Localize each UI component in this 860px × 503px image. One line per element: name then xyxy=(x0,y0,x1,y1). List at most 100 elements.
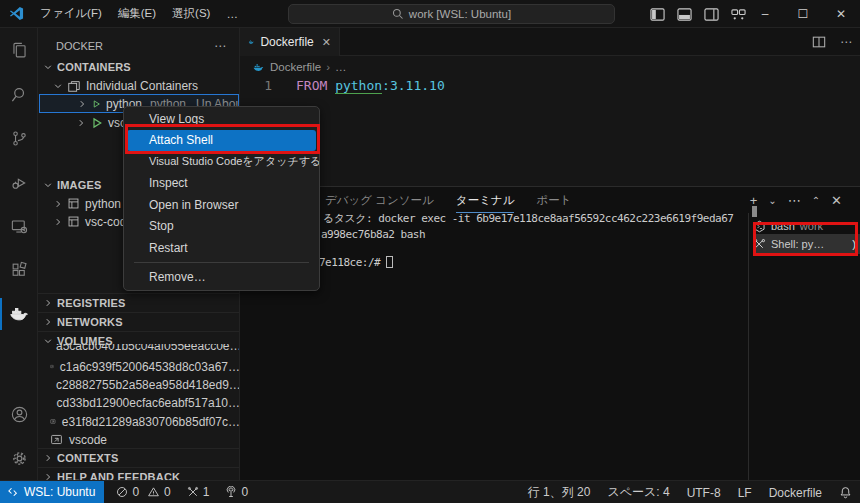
tree-volume-row[interactable]: cd33bd12900ecfac6eabf517a10… xyxy=(38,393,240,412)
remote-explorer-icon[interactable] xyxy=(0,204,38,248)
tree-individual-containers[interactable]: Individual Containers xyxy=(38,76,240,95)
tab-terminal[interactable]: ターミナル xyxy=(456,193,515,213)
editor-more-icon[interactable]: ⋯ xyxy=(840,35,852,49)
panel-more-icon[interactable]: ⋯ xyxy=(788,193,801,208)
code-line[interactable]: FROM python:3.11.10 xyxy=(296,78,445,93)
image-icon xyxy=(67,215,80,228)
tree-volume-row[interactable]: vscode xyxy=(38,430,240,449)
docker-view-icon[interactable] xyxy=(0,292,38,336)
indentation[interactable]: スペース: 4 xyxy=(607,484,669,501)
chevron-right-icon xyxy=(43,472,53,480)
container-running-icon xyxy=(92,98,101,110)
menu-more[interactable]: … xyxy=(218,8,246,20)
activity-bar xyxy=(0,28,38,480)
section-networks[interactable]: NETWORKS xyxy=(38,312,240,331)
run-debug-icon[interactable] xyxy=(0,160,38,204)
chevron-right-icon xyxy=(43,317,53,327)
section-containers[interactable]: CONTAINERS xyxy=(38,57,240,76)
menu-item-stop[interactable]: Stop xyxy=(124,216,319,238)
minimize-button[interactable]: – xyxy=(746,7,784,21)
bell-icon[interactable] xyxy=(839,486,852,499)
container-group-icon xyxy=(67,79,81,93)
cursor-position[interactable]: 行 1、列 20 xyxy=(528,484,591,501)
dockerfile-icon xyxy=(252,61,265,74)
section-registries[interactable]: REGISTRIES xyxy=(38,293,240,312)
account-icon[interactable] xyxy=(0,392,38,436)
code-keyword: FROM xyxy=(296,78,327,93)
remote-icon xyxy=(7,486,19,498)
volume-icon xyxy=(50,360,54,373)
customize-layout-icon[interactable] xyxy=(731,7,746,22)
toggle-secondary-sidebar-icon[interactable] xyxy=(704,7,719,22)
search-view-icon[interactable] xyxy=(0,72,38,116)
volume-icon xyxy=(50,433,63,446)
source-control-icon[interactable] xyxy=(0,116,38,160)
code-image-tag: :3.11.10 xyxy=(382,78,445,93)
command-center-search[interactable]: work [WSL: Ubuntu] xyxy=(288,4,615,24)
annotation-box-attach-shell xyxy=(125,124,320,154)
search-icon xyxy=(392,8,404,20)
toggle-panel-icon[interactable] xyxy=(677,7,692,22)
code-image-name: python xyxy=(335,78,382,94)
maximize-button[interactable]: ☐ xyxy=(784,7,822,21)
chevron-down-icon xyxy=(53,81,63,91)
eol[interactable]: LF xyxy=(738,486,752,500)
menu-item-attach-vscode[interactable]: Visual Studio Codeをアタッチする xyxy=(124,151,319,173)
menu-item-remove[interactable]: Remove… xyxy=(124,267,319,289)
ports-indicator[interactable]: 0 xyxy=(225,485,248,499)
line-number: 1 xyxy=(258,78,272,93)
tab-ports[interactable]: ポート xyxy=(536,193,571,208)
toggle-sidebar-icon[interactable] xyxy=(650,7,665,22)
terminal-line: るタスク: docker exec -it 6b9e17e118ce8aaf56… xyxy=(323,211,733,226)
encoding[interactable]: UTF-8 xyxy=(687,486,721,500)
problems-indicator[interactable]: 0 0 xyxy=(116,485,170,499)
breadcrumb[interactable]: Dockerfile › … xyxy=(240,56,860,78)
chevron-right-icon xyxy=(53,217,63,227)
panel-close-icon[interactable]: ✕ xyxy=(831,193,842,208)
tasks-indicator[interactable]: 1 xyxy=(187,485,210,499)
tree-volume-row[interactable]: a5cacb0401b5c04af055eeacc0e… xyxy=(38,344,240,355)
editor-tab-bar: Dockerfile ✕ ⋯ xyxy=(240,28,860,56)
terminal-prompt: 7e118ce:/# xyxy=(319,256,393,269)
vscode-window: ファイル(F) 編集(E) 選択(S) … ← → work [WSL: Ubu… xyxy=(0,0,860,503)
panel-maximize-icon[interactable]: ⌃ xyxy=(812,195,820,206)
image-icon xyxy=(67,197,80,210)
extensions-icon[interactable] xyxy=(0,248,38,292)
terminal-dropdown-icon[interactable]: ⌄ xyxy=(768,195,776,206)
vscode-logo xyxy=(0,6,32,21)
menu-file[interactable]: ファイル(F) xyxy=(32,6,110,21)
tree-volume-row[interactable]: c28882755b2a58ea958d418ed9… xyxy=(38,375,240,394)
menu-item-inspect[interactable]: Inspect xyxy=(124,173,319,195)
sidebar-more-icon[interactable]: ⋯ xyxy=(214,39,226,53)
tab-debug-console[interactable]: デバッグ コンソール xyxy=(325,193,434,208)
menu-separator xyxy=(134,262,309,263)
chevron-right-icon xyxy=(76,118,86,128)
settings-gear-icon[interactable] xyxy=(0,436,38,480)
chevron-right-icon xyxy=(43,453,53,463)
language-mode[interactable]: Dockerfile xyxy=(769,486,822,500)
menu-item-restart[interactable]: Restart xyxy=(124,237,319,259)
menu-item-open-browser[interactable]: Open in Browser xyxy=(124,194,319,216)
chevron-right-icon xyxy=(43,298,53,308)
sidebar-title: DOCKER xyxy=(56,40,103,52)
tab-close-icon[interactable]: ✕ xyxy=(322,36,331,49)
menu-edit[interactable]: 編集(E) xyxy=(110,6,164,21)
chevron-right-icon xyxy=(53,199,63,209)
chevron-down-icon xyxy=(43,180,53,190)
explorer-icon[interactable] xyxy=(0,28,38,72)
tree-volume-row[interactable]: c1a6c939f520064538d8c03a67… xyxy=(38,357,240,376)
container-running-icon xyxy=(91,117,103,129)
section-help[interactable]: HELP AND FEEDBACK xyxy=(38,467,240,480)
title-bar: ファイル(F) 編集(E) 選択(S) … ← → work [WSL: Ubu… xyxy=(0,0,860,28)
remote-indicator[interactable]: WSL: Ubuntu xyxy=(0,481,104,503)
warning-icon xyxy=(147,486,160,498)
section-contexts[interactable]: CONTEXTS xyxy=(38,448,240,467)
error-icon xyxy=(116,486,128,498)
tree-volume-row[interactable]: e31f8d21289a830706b85df07c… xyxy=(38,412,240,431)
menu-selection[interactable]: 選択(S) xyxy=(164,6,218,21)
close-button[interactable]: ✕ xyxy=(822,7,860,21)
tab-dockerfile[interactable]: Dockerfile ✕ xyxy=(240,28,340,56)
split-editor-icon[interactable] xyxy=(812,35,826,49)
chevron-down-icon xyxy=(43,62,53,72)
volume-icon xyxy=(50,415,56,428)
